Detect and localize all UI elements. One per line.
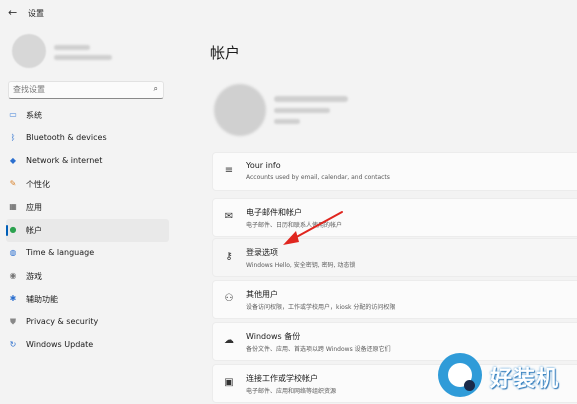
blurred-email [54,55,112,60]
sidebar-item[interactable]: ✱ 辅助功能 [6,288,169,311]
sidebar-item-label: 个性化 [26,180,50,189]
sidebar-item-label: Bluetooth & devices [26,133,107,142]
card-subtitle: Accounts used by email, calendar, and co… [246,174,390,181]
apps-icon: ▦ [9,202,17,211]
sidebar-item[interactable]: ▭ 系统 [6,104,169,127]
wifi-icon: ◆ [9,156,17,165]
key-icon: ⚷ [225,251,233,262]
blurred-account-name [274,96,348,102]
settings-card[interactable]: ≡ Your info Accounts used by email, calend… [212,152,577,191]
sidebar-item[interactable]: ↻ Windows Update [6,334,169,357]
avatar [12,34,46,68]
brush-icon: ✎ [9,179,17,188]
sidebar-item[interactable]: ◉ 游戏 [6,265,169,288]
blurred-account-email [274,108,330,113]
bluetooth-icon: ᛒ [10,133,16,142]
watermark-eye-icon [438,353,482,397]
sidebar-item[interactable]: ᛒ Bluetooth & devices [6,127,169,150]
nav-list: ▭ 系统 ᛒ Bluetooth & devices ◆ Network & intern… [0,104,176,357]
search-input[interactable] [13,83,143,96]
sidebar-item-label: Network & internet [26,156,103,165]
main-pane: 帐户 ≡ Your info Accounts used by email, cal… [192,28,577,404]
sidebar-item[interactable]: ▦ 应用 [6,196,169,219]
sidebar-item-label: 帐户 [26,226,42,235]
globe-clock-icon: ◍ [9,248,17,257]
briefcase-icon: ▣ [224,377,234,388]
card-title: 连接工作或学校帐户 [246,374,318,383]
sidebar-item-label: 应用 [26,203,42,212]
card-title: 其他用户 [246,290,278,299]
card-title: Your info [246,161,281,170]
card-subtitle: 备份文件、应用、首选项以跨 Windows 设备还原它们 [246,346,391,353]
sidebar-item-label: 系统 [26,111,42,120]
user-info-icon: ≡ [224,165,234,176]
sidebar-item-label: Time & language [26,248,95,257]
watermark-text: 好装机 [490,367,560,392]
sidebar: ⌕ ▭ 系统 ᛒ Bluetooth & devices ◆ Network & inte… [0,28,180,404]
account-avatar [214,84,266,136]
backup-icon: ☁ [224,335,234,346]
card-title: Windows 备份 [246,332,301,341]
card-title: 登录选项 [246,248,278,257]
sidebar-item-label: 辅助功能 [26,295,58,304]
page-title: 帐户 [210,44,241,62]
sidebar-item-label: 游戏 [26,272,42,281]
back-arrow-icon[interactable]: ← [8,6,22,20]
settings-card[interactable]: ⚇ 其他用户设备访问权限，工作或学校用户，kiosk 分配的访问权限 [212,280,577,319]
sidebar-item[interactable]: ◍ Time & language [6,242,169,265]
sidebar-item-label: Privacy & security [26,317,99,326]
card-subtitle: Windows Hello, 安全密钥, 密码, 动态锁 [246,262,356,269]
blurred-account-type [274,119,300,124]
sidebar-item[interactable]: ✎ 个性化 [6,173,169,196]
sidebar-item[interactable]: ⛊ Privacy & security [6,311,169,334]
app-title: 设置 [28,9,44,18]
gamepad-icon: ◉ [9,271,17,280]
person-icon: ● [9,225,17,234]
update-icon: ↻ [9,340,17,349]
search-icon[interactable]: ⌕ [154,84,158,94]
card-subtitle: 设备访问权限，工作或学校用户，kiosk 分配的访问权限 [246,304,396,311]
accessibility-icon: ✱ [9,294,17,303]
sidebar-item[interactable]: ● 帐户 [6,219,169,242]
card-subtitle: 电子邮件、日历和联系人使用的帐户 [246,222,343,229]
monitor-icon: ▭ [9,110,17,119]
settings-card[interactable]: ✉ 电子邮件和帐户电子邮件、日历和联系人使用的帐户 [212,198,577,237]
settings-card[interactable]: ⚷ 登录选项 Windows Hello, 安全密钥, 密码, 动态锁 [212,238,577,277]
blurred-username [54,45,90,50]
mail-icon: ✉ [224,211,234,222]
sidebar-item-label: Windows Update [26,340,94,349]
card-subtitle: 电子邮件、应用和网络等组织资源 [246,388,337,395]
title-bar: ← 设置 [0,0,577,28]
watermark-logo: 好装机 [438,353,574,399]
user-profile[interactable] [10,34,180,74]
add-user-icon: ⚇ [224,293,234,304]
search-box[interactable]: ⌕ [8,81,164,99]
shield-icon: ⛊ [10,317,16,326]
sidebar-item[interactable]: ◆ Network & internet [6,150,169,173]
card-title: 电子邮件和帐户 [246,208,302,217]
